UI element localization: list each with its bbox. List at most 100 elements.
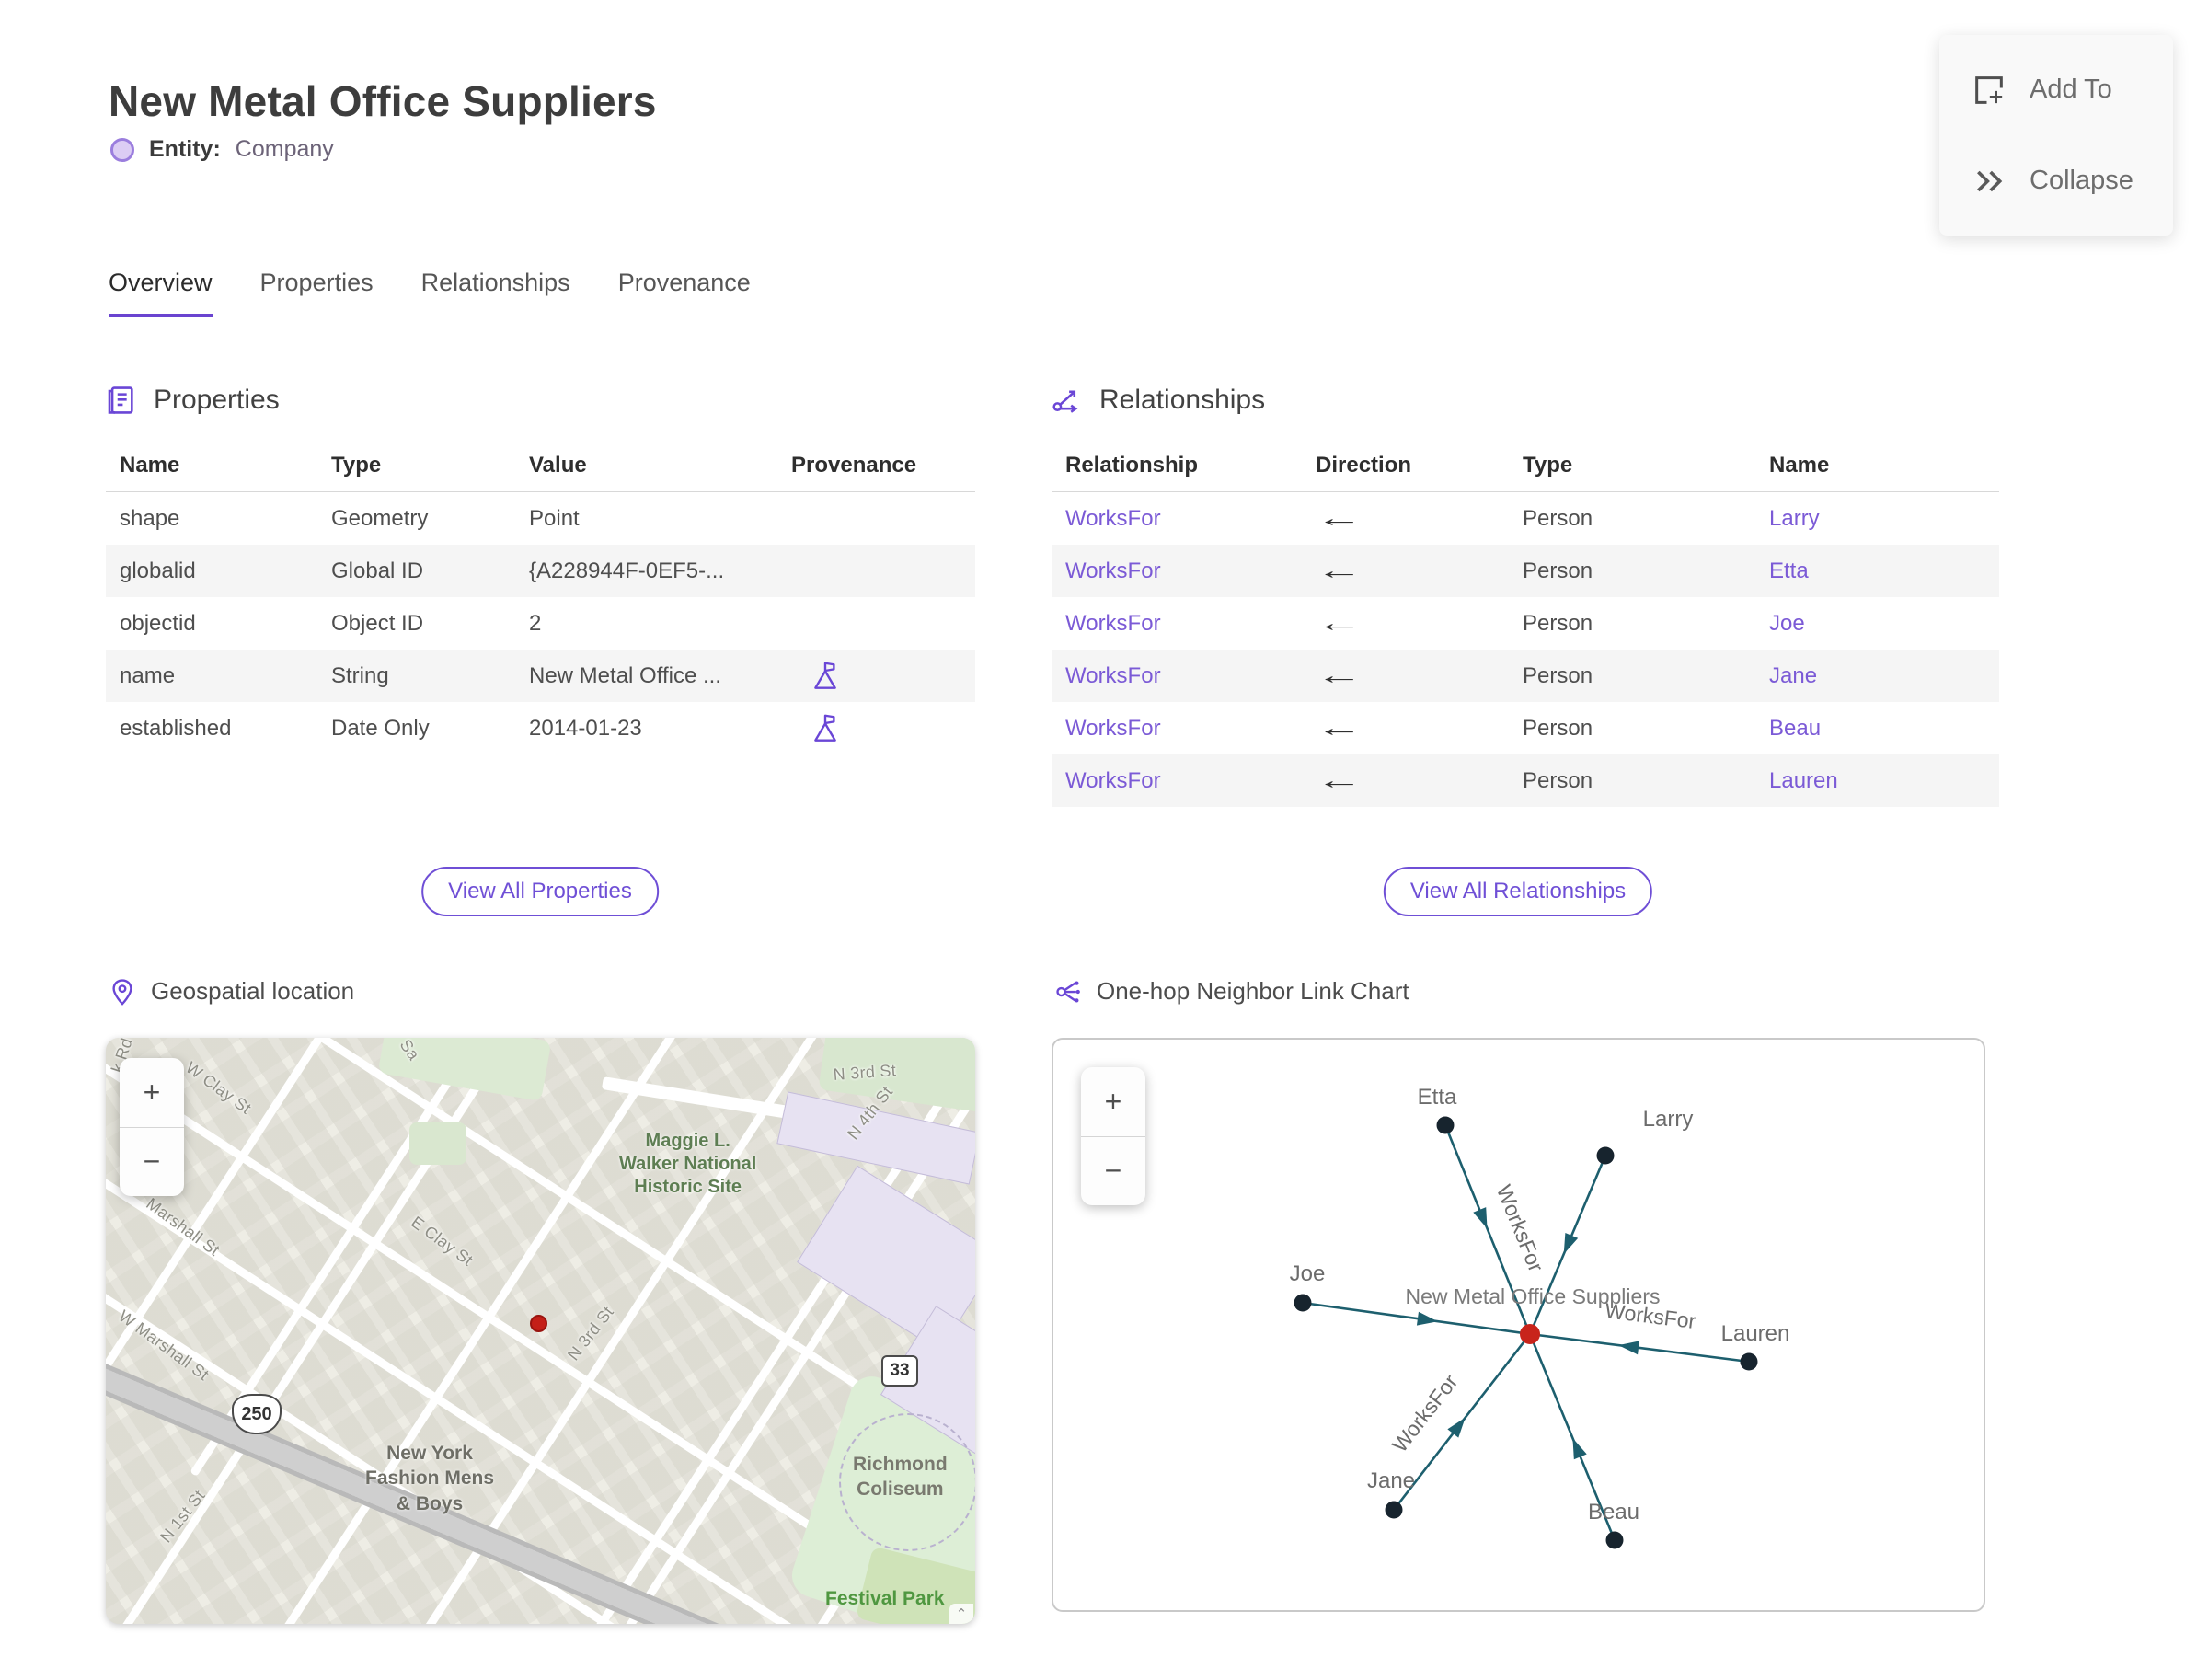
one-hop-link-chart[interactable]: WorksFor WorksFor WorksFor Etta Larry Joe Laur…	[1052, 1038, 1985, 1612]
map-zoom-out-button[interactable]: −	[120, 1128, 184, 1197]
properties-section-heading: Properties	[106, 385, 280, 416]
property-name: name	[120, 662, 176, 688]
relationship-type-link[interactable]: WorksFor	[1065, 663, 1316, 689]
node-label-Larry: Larry	[1643, 1107, 1694, 1132]
relationships-section-heading: Relationships	[1052, 385, 1265, 416]
property-name: established	[120, 715, 232, 741]
left-arrow-icon: ←	[1316, 766, 1363, 794]
left-arrow-icon: ←	[1316, 609, 1363, 637]
relationships-table: Relationship Direction Type Name WorksFor ← P…	[1052, 453, 1999, 807]
related-entity-link[interactable]: Lauren	[1769, 768, 1999, 794]
route-shield-250: 250	[232, 1394, 282, 1434]
column-header: Type	[331, 453, 382, 478]
tab-relationships[interactable]: Relationships	[421, 269, 570, 317]
related-entity-type: Person	[1523, 610, 1593, 636]
node-Etta[interactable]	[1436, 1116, 1455, 1134]
edge-Lauren[interactable]	[1529, 1332, 1750, 1364]
related-entity-link[interactable]: Larry	[1769, 506, 1999, 532]
node-label-Joe: Joe	[1290, 1261, 1326, 1286]
collapse-label: Collapse	[2030, 166, 2133, 195]
column-header: Type	[1523, 453, 1573, 478]
center-node[interactable]	[1520, 1324, 1540, 1344]
route-shield-33: 33	[881, 1355, 918, 1387]
chart-zoom-out-button[interactable]: −	[1081, 1137, 1145, 1206]
edge-arrow-icon	[1572, 1438, 1587, 1460]
collapse-button[interactable]: Collapse	[1939, 163, 2173, 200]
column-header: Provenance	[791, 453, 917, 478]
related-entity-link[interactable]: Beau	[1769, 716, 1999, 742]
provenance-flag-icon	[814, 662, 836, 689]
relationship-direction: ←	[1316, 662, 1523, 690]
edge-arrow-icon	[1473, 1207, 1488, 1229]
relationship-row: WorksFor ← Person Larry	[1052, 492, 1999, 545]
map-pin-icon	[112, 978, 132, 1006]
relationship-direction: ←	[1316, 504, 1523, 533]
column-header: Value	[529, 453, 587, 478]
entity-row: Entity: Company	[110, 136, 334, 163]
tab-properties[interactable]: Properties	[260, 269, 374, 317]
relationship-type-link[interactable]: WorksFor	[1065, 768, 1316, 794]
property-provenance[interactable]	[791, 661, 975, 691]
properties-section-title: Properties	[154, 385, 280, 415]
tab-provenance[interactable]: Provenance	[618, 269, 751, 317]
relationship-type-link[interactable]: WorksFor	[1065, 716, 1316, 742]
geospatial-map[interactable]: k Rd W Clay St Sa Marshall St W Marshall St E…	[106, 1038, 975, 1624]
entity-location-marker[interactable]	[530, 1315, 547, 1332]
node-Joe[interactable]	[1294, 1294, 1312, 1312]
relationship-direction: ←	[1316, 714, 1523, 742]
node-Jane[interactable]	[1385, 1501, 1403, 1519]
left-arrow-icon: ←	[1316, 557, 1363, 584]
column-header: Relationship	[1065, 453, 1199, 478]
map-label-street: W Clay St	[182, 1058, 255, 1118]
properties-icon	[108, 386, 133, 414]
property-value: Point	[529, 505, 580, 531]
related-entity-link[interactable]: Jane	[1769, 663, 1999, 689]
left-arrow-icon: ←	[1316, 662, 1363, 689]
entity-type-icon	[110, 137, 134, 162]
node-Beau[interactable]	[1605, 1531, 1624, 1549]
property-name: globalid	[120, 558, 196, 583]
column-header: Direction	[1316, 453, 1412, 478]
add-to-button[interactable]: Add To	[1939, 72, 2173, 109]
page-title: New Metal Office Suppliers	[109, 76, 657, 125]
relationship-row: WorksFor ← Person Etta	[1052, 545, 1999, 597]
map-zoom-control: + −	[120, 1058, 184, 1196]
node-label-Jane: Jane	[1367, 1468, 1415, 1493]
property-row: shape Geometry Point	[106, 492, 975, 545]
relationship-type-link[interactable]: WorksFor	[1065, 558, 1316, 584]
node-label-Lauren: Lauren	[1721, 1321, 1790, 1346]
relationship-type-link[interactable]: WorksFor	[1065, 506, 1316, 532]
relationship-direction: ←	[1316, 766, 1523, 795]
map-zoom-in-button[interactable]: +	[120, 1058, 184, 1128]
relationship-direction: ←	[1316, 557, 1523, 585]
left-arrow-icon: ←	[1316, 714, 1363, 742]
node-Lauren[interactable]	[1740, 1352, 1758, 1371]
view-all-relationships-button[interactable]: View All Relationships	[1383, 867, 1653, 916]
edge-label: WorksFor	[1387, 1370, 1463, 1456]
node-label-Etta: Etta	[1418, 1085, 1457, 1110]
geospatial-heading: Geospatial location	[109, 977, 354, 1006]
property-name: shape	[120, 505, 180, 531]
chart-zoom-in-button[interactable]: +	[1081, 1067, 1145, 1137]
view-all-properties-button[interactable]: View All Properties	[421, 867, 659, 916]
relationships-icon	[1052, 390, 1078, 413]
entity-label: Entity:	[149, 136, 221, 162]
relationship-row: WorksFor ← Person Jane	[1052, 650, 1999, 702]
relationship-direction: ←	[1316, 609, 1523, 638]
add-to-icon	[1975, 75, 2003, 104]
property-type: Object ID	[331, 610, 424, 636]
related-entity-link[interactable]: Etta	[1769, 558, 1999, 584]
property-provenance[interactable]	[791, 713, 975, 743]
relationships-table-header: Relationship Direction Type Name	[1052, 453, 1999, 492]
related-entity-link[interactable]: Joe	[1769, 611, 1999, 637]
tab-overview[interactable]: Overview	[109, 269, 213, 317]
relationship-type-link[interactable]: WorksFor	[1065, 611, 1316, 637]
map-attribution-toggle[interactable]: ⌃	[949, 1604, 973, 1624]
entity-overview-page: { "header": { "title": "New Metal Office…	[0, 0, 2208, 1680]
related-entity-type: Person	[1523, 558, 1593, 583]
action-panel: Add To Collapse	[1939, 35, 2173, 236]
node-Larry[interactable]	[1596, 1146, 1615, 1165]
property-type: String	[331, 662, 389, 688]
related-entity-type: Person	[1523, 662, 1593, 688]
property-row: established Date Only 2014-01-23	[106, 702, 975, 754]
